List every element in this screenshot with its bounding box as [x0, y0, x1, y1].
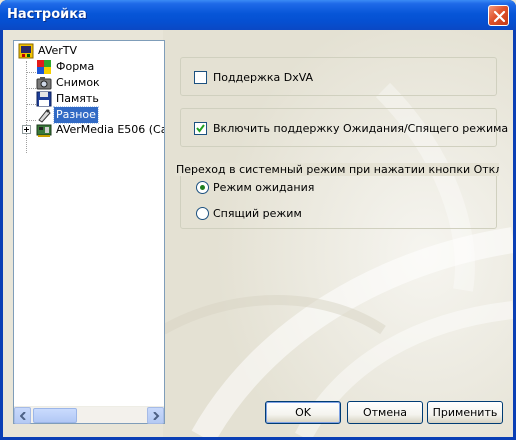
tree-item-label: Форма	[56, 60, 95, 73]
avertv-icon	[18, 43, 34, 59]
standby-radio[interactable]	[196, 181, 209, 194]
tree-connector	[26, 104, 36, 105]
tv-card-icon	[36, 124, 52, 137]
standby-support-group: Включить поддержку Ожидания/Спящего режи…	[180, 108, 508, 147]
tree-item-device[interactable]: AVerMedia E506 (Card	[36, 122, 164, 138]
hibernate-radio[interactable]	[196, 207, 209, 220]
scroll-left-button[interactable]	[14, 407, 31, 424]
tree-connector	[26, 88, 36, 89]
standby-support-label: Включить поддержку Ожидания/Спящего режи…	[213, 122, 509, 135]
ok-button[interactable]: OK	[265, 401, 341, 424]
misc-icon	[38, 109, 51, 123]
dialog-body: AVerTV Форма Снимок Память Разное AVerMe…	[3, 30, 513, 437]
tree-connector	[26, 72, 36, 73]
close-button[interactable]	[488, 5, 509, 26]
standby-radio-label: Режим ожидания	[213, 181, 315, 194]
tree-item-snapshot[interactable]: Снимок	[36, 75, 156, 91]
tree-item-memory[interactable]: Память	[36, 91, 156, 107]
apply-button[interactable]: Применить	[427, 401, 503, 424]
hibernate-radio-label: Спящий режим	[213, 207, 302, 220]
dxva-label: Поддержка DxVA	[213, 71, 314, 84]
tree-item-label: Память	[56, 92, 99, 105]
scroll-right-button[interactable]	[147, 407, 164, 424]
tree-item-label: Разное	[53, 106, 99, 124]
arrow-left-icon	[20, 412, 26, 420]
tree-item-label: Снимок	[56, 76, 100, 89]
tree-item-form[interactable]: Форма	[36, 59, 156, 75]
settings-tree[interactable]: AVerTV Форма Снимок Память Разное AVerMe…	[13, 40, 165, 424]
tree-item-avertv[interactable]: AVerTV	[18, 43, 158, 59]
expand-toggle[interactable]	[22, 125, 31, 134]
power-mode-group	[180, 169, 497, 229]
floppy-disk-icon	[36, 91, 52, 107]
horizontal-scrollbar[interactable]	[14, 406, 164, 424]
tree-viewport: AVerTV Форма Снимок Память Разное AVerMe…	[14, 41, 164, 406]
tree-root-label: AVerTV	[38, 44, 78, 57]
radio-selected-dot	[200, 185, 205, 190]
tree-item-label: AVerMedia E506 (Card	[56, 123, 164, 136]
title-bar[interactable]: Настройка	[0, 0, 516, 30]
settings-window: Настройка AVerTV Форма Снимок Память Раз…	[0, 0, 516, 440]
power-mode-legend: Переход в системный режим при нажатии кн…	[175, 163, 499, 176]
dxva-checkbox[interactable]	[194, 71, 207, 84]
dxva-group: Поддержка DxVA	[180, 57, 497, 96]
cancel-button[interactable]: Отмена	[347, 401, 423, 424]
close-icon	[493, 10, 506, 23]
tree-connector	[26, 61, 27, 153]
window-title: Настройка	[7, 7, 87, 22]
scroll-thumb[interactable]	[33, 408, 77, 423]
checkmark-icon	[196, 124, 205, 133]
arrow-right-icon	[153, 412, 160, 420]
camera-icon	[36, 77, 52, 90]
form-icon	[37, 60, 51, 74]
tree-connector	[26, 120, 36, 121]
standby-support-checkbox[interactable]	[194, 122, 207, 135]
tree-item-misc[interactable]: Разное	[36, 106, 156, 124]
